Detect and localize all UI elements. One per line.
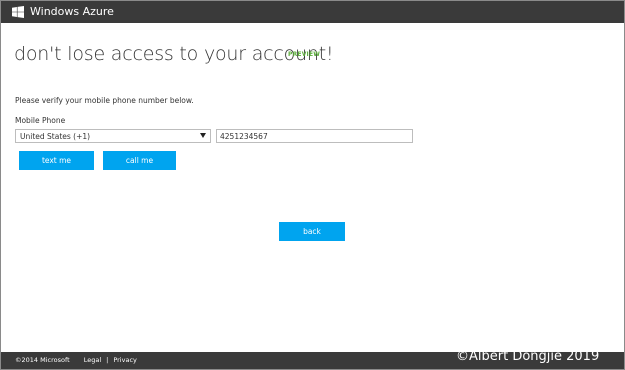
text-me-button[interactable]: text me — [19, 151, 94, 170]
country-code-select[interactable]: United States (+1) — [15, 129, 211, 143]
country-code-value: United States (+1) — [20, 132, 91, 141]
instruction-text: Please verify your mobile phone number b… — [15, 96, 194, 105]
copyright-text: ©2014 Microsoft — [15, 356, 70, 364]
page-title: don't lose access to your account! — [14, 43, 334, 65]
footer-links: ©2014 Microsoft Legal | Privacy — [15, 356, 137, 365]
dropdown-arrow-icon — [200, 133, 206, 138]
mobile-phone-label: Mobile Phone — [15, 116, 66, 125]
footer-separator: | — [106, 356, 109, 364]
privacy-link[interactable]: Privacy — [113, 356, 137, 365]
legal-link[interactable]: Legal — [84, 356, 101, 365]
preview-badge: PREVIEW — [288, 51, 321, 58]
call-me-button[interactable]: call me — [103, 151, 176, 170]
phone-number-input[interactable] — [216, 129, 413, 143]
brand-name: Windows Azure — [30, 5, 114, 18]
top-bar: Windows Azure — [1, 1, 624, 23]
back-button[interactable]: back — [279, 222, 345, 241]
watermark-text: ©Albert Dongjie 2019 — [456, 349, 600, 364]
browser-frame: Windows Azure don't lose access to your … — [0, 0, 625, 370]
windows-logo-icon — [12, 6, 24, 18]
